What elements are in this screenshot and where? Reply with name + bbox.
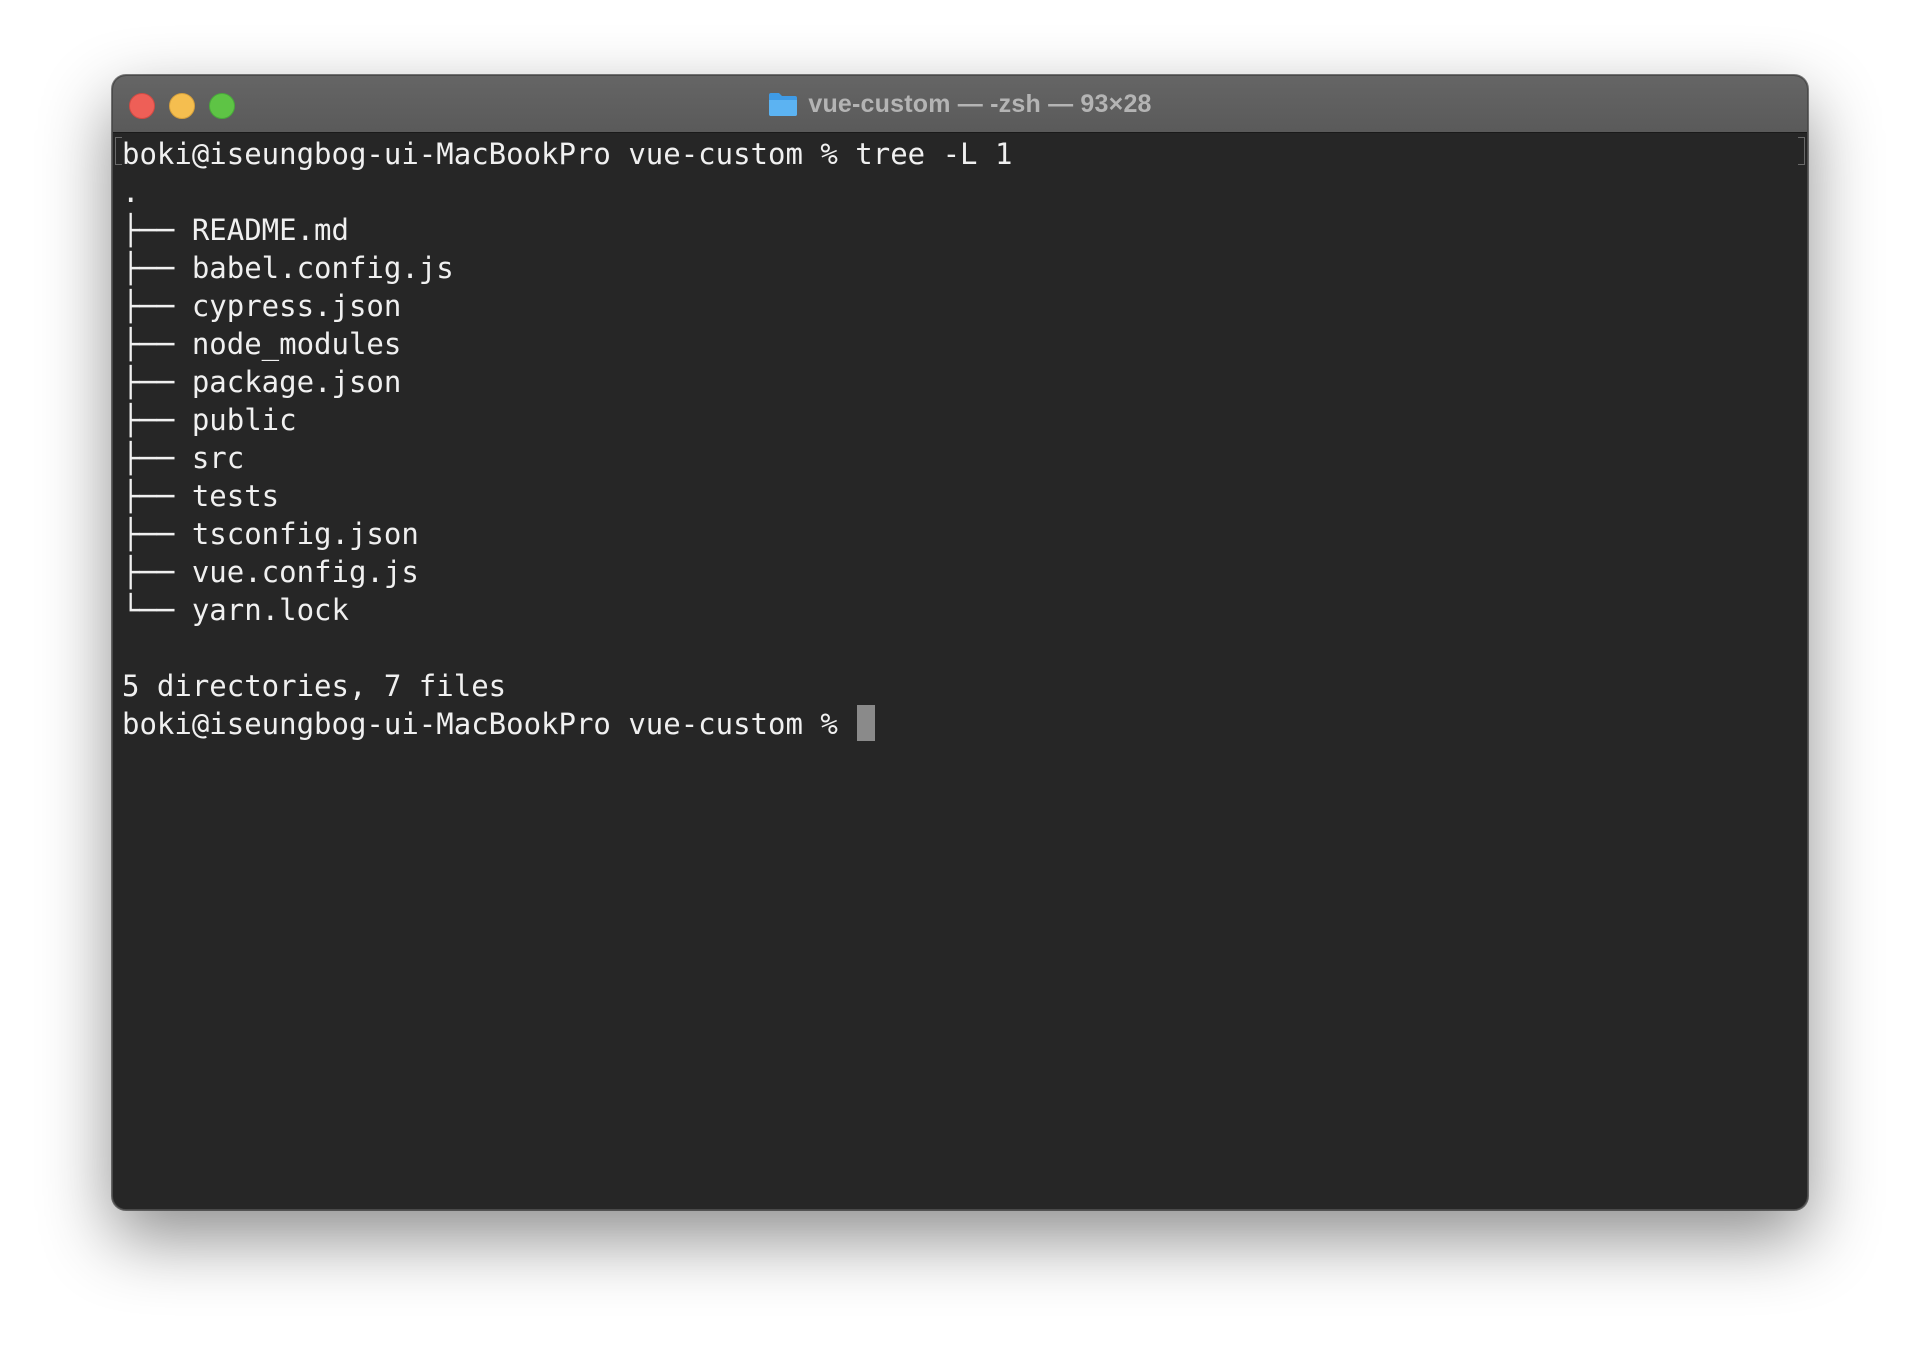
terminal-line: ├── src	[122, 441, 245, 475]
terminal-line: ├── babel.config.js	[122, 251, 454, 285]
window-title: vue-custom — -zsh — 93×28	[808, 89, 1152, 118]
terminal-line: ├── tests	[122, 479, 280, 513]
terminal-line: ├── tsconfig.json	[122, 517, 419, 551]
terminal-line: ├── cypress.json	[122, 289, 402, 323]
scroll-mark-right	[1798, 137, 1805, 165]
terminal-output[interactable]: boki@iseungbog-ui-MacBookPro vue-custom …	[113, 133, 1807, 1209]
title-bar[interactable]: vue-custom — -zsh — 93×28	[113, 76, 1807, 133]
terminal-line: ├── vue.config.js	[122, 555, 419, 589]
terminal-line: boki@iseungbog-ui-MacBookPro vue-custom …	[122, 137, 1013, 171]
folder-icon	[768, 91, 798, 117]
terminal-line: ├── README.md	[122, 213, 349, 247]
scroll-mark-left	[115, 137, 122, 165]
terminal-line: └── yarn.lock	[122, 593, 349, 627]
prompt: boki@iseungbog-ui-MacBookPro vue-custom …	[122, 707, 856, 741]
terminal-line: .	[122, 175, 140, 209]
terminal-line: ├── public	[122, 403, 297, 437]
terminal-window: vue-custom — -zsh — 93×28 boki@iseungbog…	[112, 75, 1808, 1210]
terminal-line: ├── package.json	[122, 365, 402, 399]
title-area: vue-custom — -zsh — 93×28	[113, 76, 1807, 132]
terminal-line: 5 directories, 7 files	[122, 669, 507, 703]
terminal-line: ├── node_modules	[122, 327, 402, 361]
prompt-line[interactable]: boki@iseungbog-ui-MacBookPro vue-custom …	[122, 705, 1807, 743]
text-cursor	[857, 705, 876, 741]
